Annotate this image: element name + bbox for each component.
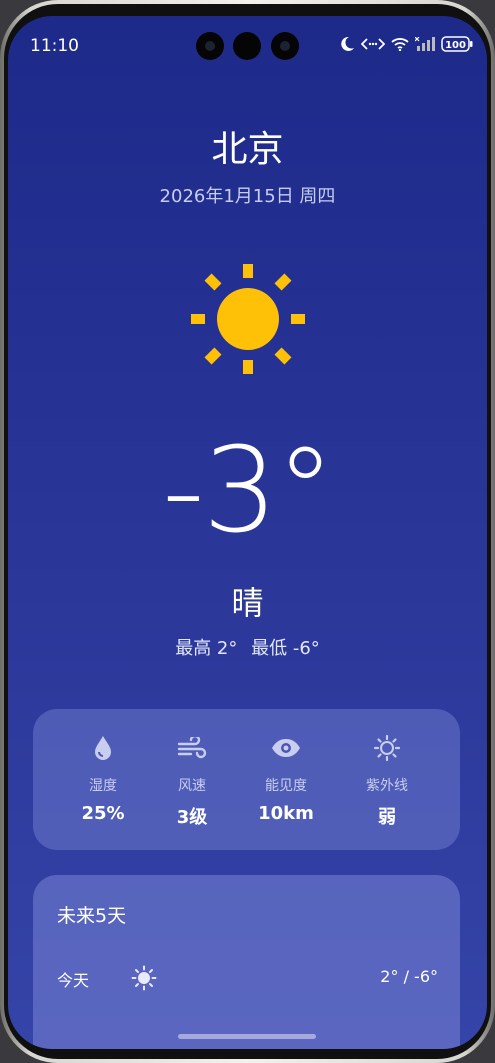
current-temperature: -3° <box>162 421 335 559</box>
stat-visibility: 能见度 10km <box>241 733 331 824</box>
forecast-title: 未来5天 <box>57 905 127 927</box>
svg-text:100: 100 <box>445 40 466 51</box>
sun-icon <box>131 965 157 991</box>
stat-uv: 紫外线 弱 <box>342 733 432 829</box>
city-name: 北京 <box>211 129 284 170</box>
camera-lens-icon <box>271 32 299 60</box>
stat-value: 弱 <box>378 807 396 828</box>
camera-lens-icon <box>196 32 224 60</box>
stat-label: 紫外线 <box>366 778 408 794</box>
date-text: 2026年1月15日 周四 <box>159 186 336 207</box>
forecast-row[interactable]: 今天 2° / -6° <box>33 963 460 993</box>
stat-humidity: 湿度 25% <box>58 733 148 824</box>
moon-icon <box>341 36 354 51</box>
high-low-temperature: 最高 2° 最低 -6° <box>8 634 487 660</box>
forecast-temperature: 2° / -6° <box>380 967 438 986</box>
status-bar: 11:10 100 <box>8 16 487 76</box>
forecast-card: 未来5天 今天 2° / -6° <box>33 875 460 1049</box>
stat-value: 3级 <box>176 807 208 828</box>
stat-label: 风速 <box>178 778 206 794</box>
home-indicator[interactable] <box>178 1034 316 1039</box>
status-time: 11:10 <box>30 36 79 56</box>
stat-label: 能见度 <box>265 778 307 794</box>
weather-condition: 晴 <box>231 584 264 622</box>
stat-value: 10km <box>258 803 314 824</box>
eye-icon <box>272 739 300 757</box>
stat-wind-speed: 风速 3级 <box>147 733 237 829</box>
battery-icon: 100 <box>441 36 473 52</box>
uv-sun-icon <box>373 734 401 762</box>
high-temperature: 最高 2° <box>175 638 238 659</box>
status-icons: 100 <box>339 36 473 52</box>
wind-icon <box>177 737 207 759</box>
forecast-day: 今天 <box>57 971 90 990</box>
stat-value: 25% <box>81 803 125 824</box>
stat-label: 湿度 <box>89 778 117 794</box>
wifi-icon <box>391 38 409 51</box>
sunny-icon <box>191 264 305 374</box>
low-temperature: 最低 -6° <box>251 638 320 659</box>
humidity-drop-icon <box>95 736 111 760</box>
signal-icon <box>415 37 435 51</box>
data-transfer-icon <box>361 38 385 50</box>
sensor-icon <box>233 32 261 60</box>
weather-details-card: 湿度 25% 风速 3级 能见度 10km 紫外线 弱 <box>33 709 460 850</box>
weather-screen: 11:10 100 北京 2026年1月15日 周四 -3° 晴 最高 2° 最… <box>8 16 487 1049</box>
